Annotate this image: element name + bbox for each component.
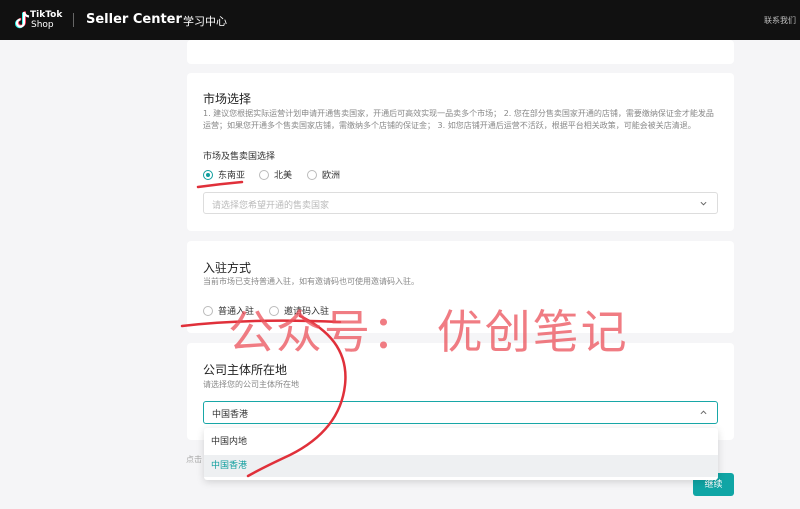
company-title: 公司主体所在地 (203, 363, 288, 377)
radio-europe[interactable]: 欧洲 (307, 168, 340, 181)
chevron-up-icon (700, 410, 707, 415)
logo-text: TikTok Shop (30, 10, 62, 30)
radio-north-america[interactable]: 北美 (259, 168, 292, 181)
company-description: 请选择您的公司主体所在地 (203, 380, 299, 389)
radio-icon (307, 169, 317, 180)
radio-label: 东南亚 (218, 171, 246, 181)
header-divider (73, 13, 74, 27)
radio-icon (203, 305, 213, 316)
company-location-dropdown: 中国内地 中国香港 (204, 428, 718, 480)
country-select[interactable]: 请选择您希望开通的售卖国家 (203, 192, 718, 214)
radio-icon (259, 169, 269, 180)
company-location-value: 中国香港 (212, 410, 249, 420)
dropdown-option-mainland[interactable]: 中国内地 (204, 431, 718, 453)
top-bar: TikTok Shop Seller Center 学习中心 联系我们 (0, 0, 800, 40)
brand-title: Seller Center (86, 12, 182, 27)
entry-description: 当前市场已支持普通入驻，如有邀请码也可使用邀请码入驻。 (203, 277, 419, 286)
bottom-hint: 点击 (186, 455, 202, 464)
logo-line-1: TikTok (30, 10, 63, 20)
radio-label: 欧洲 (322, 171, 341, 181)
market-description: 1. 建议您根据实际运营计划申请开通售卖国家，开通后可高效实现一品卖多个市场； … (203, 109, 714, 130)
previous-card (187, 40, 734, 64)
chevron-down-icon (700, 201, 707, 206)
market-title: 市场选择 (203, 92, 252, 106)
dropdown-option-hongkong[interactable]: 中国香港 (204, 455, 718, 477)
radio-checked-icon (203, 169, 213, 180)
logo-line-2: Shop (31, 20, 54, 30)
radio-southeast-asia[interactable]: 东南亚 (203, 168, 245, 181)
country-select-placeholder: 请选择您希望开通的售卖国家 (212, 201, 330, 211)
nav-learning-center[interactable]: 学习中心 (183, 13, 227, 29)
company-location-select[interactable]: 中国香港 (203, 401, 718, 424)
market-card: 市场选择 1. 建议您根据实际运营计划申请开通售卖国家，开通后可高效实现一品卖多… (187, 73, 734, 231)
market-field-label: 市场及售卖国选择 (203, 152, 276, 162)
watermark-text: 公众号： 优创笔记 (228, 305, 629, 359)
radio-label: 北美 (274, 171, 293, 181)
contact-link[interactable]: 联系我们 (764, 15, 796, 26)
entry-title: 入驻方式 (203, 261, 252, 275)
